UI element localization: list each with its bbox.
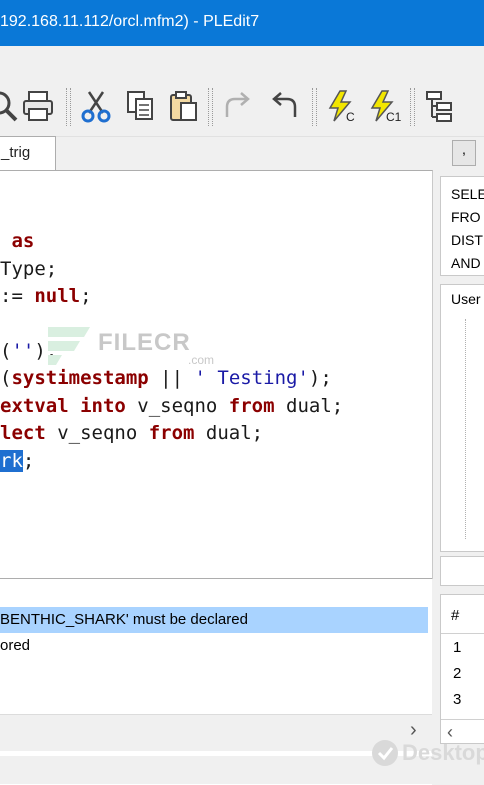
code-token: ( bbox=[0, 367, 12, 390]
code-token: dual; bbox=[274, 394, 344, 417]
redo-icon[interactable] bbox=[218, 86, 258, 126]
grid-row-number[interactable]: 1 bbox=[453, 639, 461, 656]
code-token: as bbox=[11, 230, 35, 253]
svg-text:C: C bbox=[346, 110, 355, 123]
sql-preview-panel[interactable]: SELE FRO DIST AND bbox=[440, 176, 484, 276]
code-line[interactable]: := null; bbox=[0, 283, 343, 310]
code-token: lect bbox=[0, 422, 46, 445]
editor-tab-bar: _trig bbox=[0, 136, 440, 170]
filter-input[interactable] bbox=[440, 556, 484, 586]
grid-row-number[interactable]: 2 bbox=[453, 665, 461, 682]
grid-header-rownum: # bbox=[451, 607, 460, 624]
code-token: '' bbox=[11, 339, 35, 362]
code-line[interactable]: Type; bbox=[0, 256, 343, 283]
code-line[interactable]: as bbox=[0, 228, 343, 255]
window-title: 192.168.11.112/orcl.mfm2) - PLEdit7 bbox=[0, 13, 260, 30]
code-token: from bbox=[228, 394, 275, 417]
code-token: from bbox=[148, 422, 195, 445]
code-line[interactable]: lect v_seqno from dual; bbox=[0, 420, 343, 447]
toolbar-separator bbox=[312, 88, 317, 126]
message-text: ored bbox=[0, 637, 31, 654]
structure-icon[interactable] bbox=[420, 86, 460, 126]
code-token: v_seqno bbox=[45, 422, 149, 445]
cut-icon[interactable] bbox=[76, 86, 116, 126]
code-editor[interactable]: as Type;:= null; (''); (systimestamp || ' T… bbox=[0, 170, 433, 579]
execute-current-icon[interactable]: C1 bbox=[366, 86, 406, 126]
svg-text:C1: C1 bbox=[386, 110, 402, 123]
code-token: rk bbox=[0, 449, 23, 472]
tree-connector bbox=[465, 319, 467, 539]
filecr-watermark: FILECR .com bbox=[40, 321, 230, 371]
tab-trigger[interactable]: _trig bbox=[0, 136, 56, 170]
toolbar: C C1 bbox=[0, 80, 484, 137]
execute-icon[interactable]: C bbox=[322, 86, 362, 126]
desktop-watermark: Desktop bbox=[368, 732, 484, 772]
code-token: Type; bbox=[0, 257, 58, 280]
grid-header-divider bbox=[441, 633, 484, 634]
code-token: v_seqno bbox=[125, 394, 229, 417]
watermark-text: FILECR bbox=[98, 329, 191, 356]
paste-icon[interactable] bbox=[164, 86, 204, 126]
title-bar: 192.168.11.112/orcl.mfm2) - PLEdit7 bbox=[0, 0, 484, 46]
sql-line: SELE bbox=[451, 186, 484, 202]
desktop-logo-icon bbox=[372, 740, 398, 766]
watermark-subtext: .com bbox=[188, 353, 215, 367]
code-token: null bbox=[34, 285, 81, 308]
object-tree-panel[interactable]: User bbox=[440, 284, 484, 552]
sql-line: FRO bbox=[451, 209, 481, 225]
copy-icon[interactable] bbox=[120, 86, 160, 126]
results-grid[interactable]: # 1 2 3 ‹ bbox=[440, 594, 484, 744]
code-line[interactable]: rk; bbox=[0, 448, 343, 475]
tree-root-label[interactable]: User bbox=[451, 291, 484, 307]
sql-line: AND bbox=[451, 255, 481, 271]
code-token: extval bbox=[0, 394, 81, 417]
toolbar-separator bbox=[410, 88, 415, 126]
code-token: ; bbox=[80, 285, 92, 308]
message-row[interactable]: ored bbox=[0, 633, 30, 659]
code-token: ; bbox=[22, 449, 35, 472]
filecr-logo-icon bbox=[48, 327, 90, 365]
message-text: BENTHIC_SHARK' must be declared bbox=[0, 611, 248, 628]
message-row[interactable]: BENTHIC_SHARK' must be declared bbox=[0, 607, 428, 633]
code-token: ( bbox=[0, 339, 12, 362]
code-token: ); bbox=[308, 367, 332, 390]
code-line[interactable]: extval into v_seqno from dual; bbox=[0, 393, 343, 420]
code-token: dual; bbox=[194, 422, 264, 445]
undo-icon[interactable] bbox=[264, 86, 304, 126]
panel-option-button[interactable]: , bbox=[452, 140, 476, 166]
toolbar-separator bbox=[66, 88, 71, 126]
print-icon[interactable] bbox=[18, 86, 58, 126]
code-token: into bbox=[80, 394, 126, 417]
toolbar-separator bbox=[208, 88, 213, 126]
sql-line: DIST bbox=[451, 232, 483, 248]
desktop-watermark-text: Desktop bbox=[402, 740, 484, 765]
code-token: := bbox=[0, 285, 35, 308]
grid-row-number[interactable]: 3 bbox=[453, 691, 461, 708]
code-line[interactable] bbox=[0, 201, 343, 228]
